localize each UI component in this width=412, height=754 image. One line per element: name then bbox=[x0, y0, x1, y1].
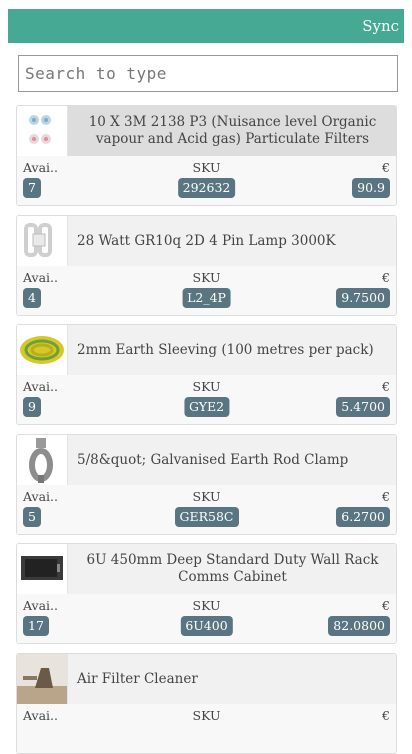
cabinet-image bbox=[17, 544, 68, 594]
product-card[interactable]: 28 Watt GR10q 2D 4 Pin Lamp 3000K Avai..… bbox=[16, 215, 397, 316]
product-header[interactable]: 2mm Earth Sleeving (100 metres per pack) bbox=[17, 325, 396, 375]
product-title: 5/8&quot; Galvanised Earth Rod Clamp bbox=[77, 451, 349, 468]
search-input[interactable] bbox=[18, 55, 398, 92]
product-meta: Avai.. SKU € 4 L2_4P 9.7500 bbox=[17, 266, 396, 315]
filters-image bbox=[17, 106, 68, 156]
sku-badge: GYE2 bbox=[183, 397, 230, 417]
product-meta: Avai.. SKU € 17 6U400 82.0800 bbox=[17, 594, 396, 643]
currency-label: € bbox=[382, 270, 390, 285]
product-header[interactable]: Air Filter Cleaner bbox=[17, 654, 396, 704]
clamp-image bbox=[17, 435, 68, 485]
product-title: Air Filter Cleaner bbox=[77, 670, 198, 687]
sku-badge: L2_4P bbox=[182, 288, 231, 308]
availability-badge: 7 bbox=[23, 178, 41, 198]
product-header[interactable]: 5/8&quot; Galvanised Earth Rod Clamp bbox=[17, 435, 396, 485]
product-title: 28 Watt GR10q 2D 4 Pin Lamp 3000K bbox=[77, 232, 336, 249]
sku-badge: GER58C bbox=[174, 507, 239, 527]
price-badge: 6.2700 bbox=[336, 507, 390, 527]
air-filter-image bbox=[17, 654, 68, 704]
product-header[interactable]: 6U 450mm Deep Standard Duty Wall Rack Co… bbox=[17, 544, 396, 594]
product-meta: Avai.. SKU € 7 292632 90.9 bbox=[17, 156, 396, 205]
price-badge: 82.0800 bbox=[328, 616, 390, 636]
product-card[interactable]: 5/8&quot; Galvanised Earth Rod Clamp Ava… bbox=[16, 434, 397, 535]
availability-badge: 17 bbox=[23, 616, 49, 636]
currency-label: € bbox=[382, 160, 390, 175]
product-header[interactable]: 28 Watt GR10q 2D 4 Pin Lamp 3000K bbox=[17, 216, 396, 266]
product-card[interactable]: 6U 450mm Deep Standard Duty Wall Rack Co… bbox=[16, 543, 397, 644]
sku-badge: 6U400 bbox=[180, 616, 233, 636]
sku-label: SKU bbox=[192, 708, 221, 723]
sku-badge: 292632 bbox=[177, 178, 236, 198]
product-meta: Avai.. SKU € 5 GER58C 6.2700 bbox=[17, 485, 396, 534]
product-meta: Avai.. SKU € bbox=[17, 704, 396, 753]
lamp-image bbox=[17, 216, 68, 266]
top-bar: Sync bbox=[8, 9, 404, 43]
sync-button[interactable]: Sync bbox=[362, 17, 399, 35]
currency-label: € bbox=[382, 708, 390, 723]
availability-badge: 5 bbox=[23, 507, 41, 527]
sku-label: SKU bbox=[192, 379, 221, 394]
sku-label: SKU bbox=[192, 489, 221, 504]
product-title: 6U 450mm Deep Standard Duty Wall Rack Co… bbox=[86, 552, 379, 585]
price-badge: 9.7500 bbox=[336, 288, 390, 308]
product-title: 2mm Earth Sleeving (100 metres per pack) bbox=[77, 341, 374, 358]
price-badge: 90.9 bbox=[352, 178, 390, 198]
currency-label: € bbox=[382, 598, 390, 613]
sku-label: SKU bbox=[192, 160, 221, 175]
product-card[interactable]: 2mm Earth Sleeving (100 metres per pack)… bbox=[16, 324, 397, 425]
product-card[interactable]: Air Filter Cleaner Avai.. SKU € bbox=[16, 653, 397, 754]
sku-label: SKU bbox=[192, 270, 221, 285]
currency-label: € bbox=[382, 489, 390, 504]
product-meta: Avai.. SKU € 9 GYE2 5.4700 bbox=[17, 375, 396, 424]
availability-badge: 4 bbox=[23, 288, 41, 308]
currency-label: € bbox=[382, 379, 390, 394]
price-badge: 5.4700 bbox=[336, 397, 390, 417]
product-title: 10 X 3M 2138 P3 (Nuisance level Organic … bbox=[88, 114, 377, 147]
sku-label: SKU bbox=[192, 598, 221, 613]
sleeving-image bbox=[17, 325, 68, 375]
availability-badge: 9 bbox=[23, 397, 41, 417]
product-card[interactable]: 10 X 3M 2138 P3 (Nuisance level Organic … bbox=[16, 105, 397, 206]
product-header[interactable]: 10 X 3M 2138 P3 (Nuisance level Organic … bbox=[17, 106, 396, 156]
